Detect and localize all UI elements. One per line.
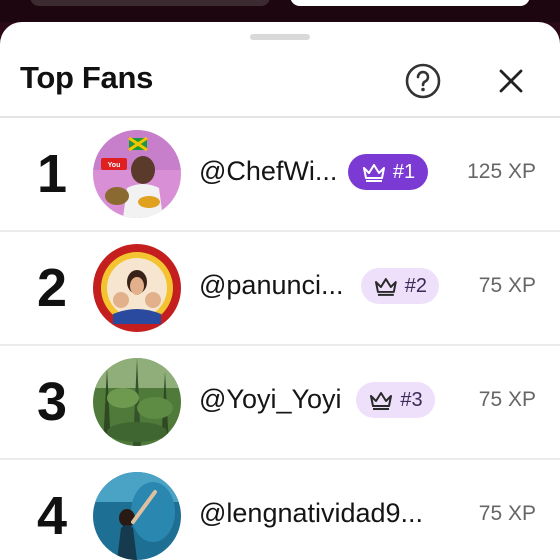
rank-number: 4 [36,486,68,546]
badge-label: #2 [404,274,427,297]
rank-number: 3 [36,372,68,432]
xp-value: 75 XP [478,502,536,525]
fan-row[interactable]: 3 @Yoyi_Yoyi #3 75 XP [0,346,560,460]
fan-avatar[interactable] [93,244,181,332]
close-icon [499,69,523,93]
rank-badge: #1 [348,154,428,190]
rank-number: 2 [36,258,68,318]
xp-value: 75 XP [478,274,536,297]
badge-label: #1 [392,160,416,183]
sheet-header: Top Fans [0,48,560,116]
fan-avatar[interactable] [93,472,181,560]
chef-avatar-image: You [93,130,181,218]
jungle-avatar-image [93,358,181,446]
xp-value: 75 XP [478,388,536,411]
family-avatar-image [93,244,181,332]
rank-number: 1 [36,144,68,204]
fan-username[interactable]: @Yoyi_Yoyi [199,384,342,415]
fan-username[interactable]: @lengnatividad9... [199,498,423,529]
help-button[interactable] [404,62,442,100]
rank-badge: #2 [361,268,439,304]
background-pill [30,0,270,6]
close-button[interactable] [492,62,530,100]
crown-icon [362,164,385,182]
fan-username[interactable]: @ChefWi... [199,156,337,187]
crown-icon [374,278,397,296]
drag-handle[interactable] [250,34,310,40]
fans-list: 1 You @ChefWi... #1 125 XP 2 @panunci...… [0,118,560,560]
xp-value: 125 XP [467,160,536,183]
top-fans-sheet: Top Fans 1 You @ChefWi... #1 125 XP 2 @p… [0,22,560,560]
help-circle-icon [405,63,441,99]
fan-avatar[interactable] [93,358,181,446]
fan-row[interactable]: 4 @lengnatividad9... 75 XP [0,460,560,560]
background-pill [290,0,530,6]
fan-row[interactable]: 2 @panunci... #2 75 XP [0,232,560,346]
sheet-title: Top Fans [20,60,154,95]
background-app-strip [0,0,560,22]
badge-label: #3 [400,388,423,411]
crown-icon [370,392,393,410]
rank-badge: #3 [356,382,435,418]
fan-row[interactable]: 1 You @ChefWi... #1 125 XP [0,118,560,232]
svg-text:You: You [108,162,121,169]
aquarium-avatar-image [93,472,181,560]
fan-username[interactable]: @panunci... [199,270,344,301]
fan-avatar[interactable]: You [93,130,181,218]
